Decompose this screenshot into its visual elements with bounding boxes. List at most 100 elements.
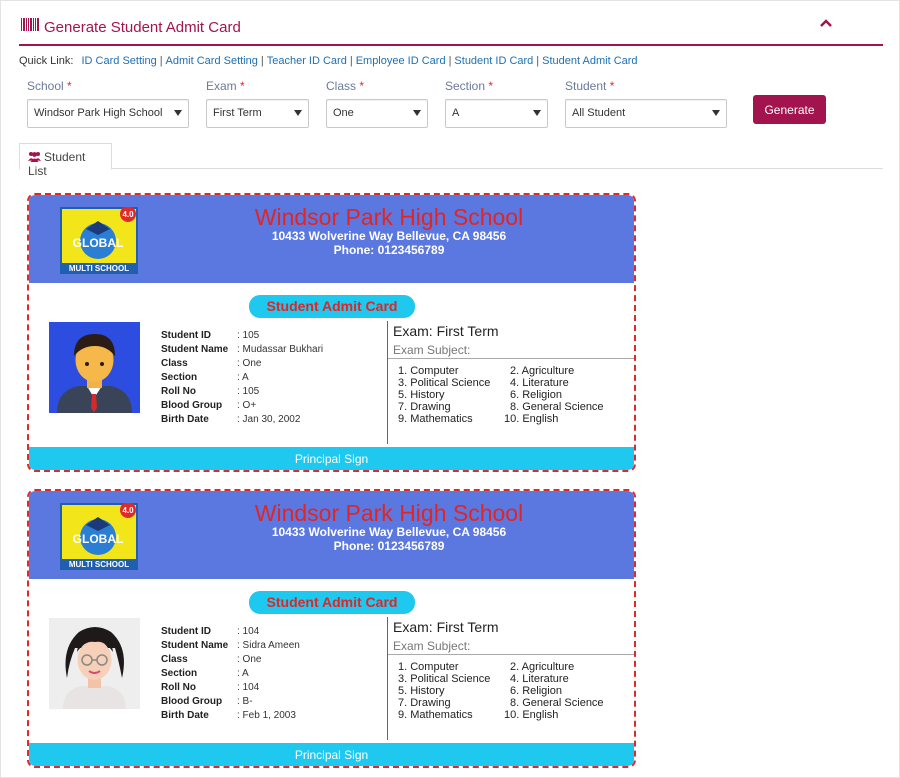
card-title: Student Admit Card	[249, 591, 415, 614]
subject-item: 9. Mathematics	[398, 709, 473, 721]
subject-item: 3. Political Science	[398, 673, 491, 685]
school-phone: Phone: 0123456789	[333, 539, 445, 553]
subject-item: 2. Agriculture	[510, 365, 575, 377]
svg-text:4.0: 4.0	[122, 506, 134, 515]
svg-text:4.0: 4.0	[122, 210, 134, 219]
admit-card: GLOBAL MULTI SCHOOL 4.0 Windsor Park Hig…	[27, 193, 636, 472]
chevron-up-icon[interactable]	[819, 16, 833, 30]
school-address: 10433 Wolverine Way Bellevue, CA 98456	[271, 525, 507, 539]
exam-section: Exam: First Term Exam Subject: 1. Comput…	[387, 321, 634, 444]
exam-select[interactable]: First Term	[206, 99, 309, 128]
class-filter: Class * One	[326, 79, 428, 128]
student-id-value: : 104	[237, 626, 260, 637]
subject-item: 10. English	[504, 709, 559, 721]
subject-item: 4. Literature	[510, 673, 569, 685]
card-title: Student Admit Card	[249, 295, 415, 318]
school-logo: GLOBAL MULTI SCHOOL 4.0	[60, 503, 138, 570]
section-value: : A	[237, 372, 249, 383]
principal-sign: Principal Sign	[29, 447, 634, 470]
section-select[interactable]: A	[445, 99, 548, 128]
birth-date-value: : Feb 1, 2003	[237, 710, 296, 721]
admit-card: GLOBAL MULTI SCHOOL 4.0 Windsor Park Hig…	[27, 489, 636, 768]
svg-text:MULTI SCHOOL: MULTI SCHOOL	[69, 560, 129, 569]
class-value: : One	[237, 654, 262, 665]
subject-item: 5. History	[398, 685, 445, 697]
class-value: : One	[237, 358, 262, 369]
student-name-value: : Mudassar Bukhari	[237, 344, 324, 355]
caret-down-icon	[294, 110, 302, 116]
exam-label: Exam *	[206, 79, 245, 93]
svg-text:GLOBAL: GLOBAL	[73, 532, 124, 546]
student-info: Student ID: 104 Student Name: Sidra Amee…	[161, 626, 300, 721]
exam-title: Exam: First Term	[393, 619, 499, 635]
subject-item: 7. Drawing	[398, 697, 451, 709]
blood-group-value: : O+	[237, 400, 257, 411]
subject-item: 2. Agriculture	[510, 661, 575, 673]
barcode-icon	[21, 18, 39, 31]
subject-item: 5. History	[398, 389, 445, 401]
quick-link-student-admit-card[interactable]: Student Admit Card	[542, 55, 637, 67]
subject-item: 1. Computer	[398, 365, 459, 377]
student-select[interactable]: All Student	[565, 99, 727, 128]
exam-section: Exam: First Term Exam Subject: 1. Comput…	[387, 617, 634, 740]
school-address: 10433 Wolverine Way Bellevue, CA 98456	[271, 229, 507, 243]
svg-text:MULTI SCHOOL: MULTI SCHOOL	[69, 264, 129, 273]
school-select[interactable]: Windsor Park High School	[27, 99, 189, 128]
tab-bar: Student List	[19, 143, 883, 178]
subject-item: 8. General Science	[510, 697, 604, 709]
panel-header: Generate Student Admit Card	[19, 13, 883, 46]
subject-item: 8. General Science	[510, 401, 604, 413]
svg-text:GLOBAL: GLOBAL	[73, 236, 124, 250]
student-label: Student *	[565, 79, 615, 93]
roll-no-value: : 104	[237, 682, 260, 693]
subject-item: 10. English	[504, 413, 559, 425]
birth-date-value: : Jan 30, 2002	[237, 414, 301, 425]
section-value: : A	[237, 668, 249, 679]
exam-subject-label: Exam Subject:	[393, 343, 471, 357]
class-label: Class *	[326, 79, 365, 93]
card-header: GLOBAL MULTI SCHOOL 4.0 Windsor Park Hig…	[29, 491, 634, 579]
subject-item: 7. Drawing	[398, 401, 451, 413]
users-icon	[28, 152, 41, 162]
subject-item: 3. Political Science	[398, 377, 491, 389]
school-filter: School * Windsor Park High School	[27, 79, 189, 128]
subject-item: 1. Computer	[398, 661, 459, 673]
subject-item: 4. Literature	[510, 377, 569, 389]
subject-item: 9. Mathematics	[398, 413, 473, 425]
caret-down-icon	[533, 110, 541, 116]
section-filter: Section * A	[445, 79, 548, 128]
quick-link-student-id-card[interactable]: Student ID Card	[454, 55, 533, 67]
quick-link-teacher-id-card[interactable]: Teacher ID Card	[267, 55, 347, 67]
page: Generate Student Admit Card Quick Link: …	[0, 0, 900, 778]
subject-item: 6. Religion	[510, 389, 562, 401]
school-name: Windsor Park High School	[254, 204, 524, 230]
school-phone: Phone: 0123456789	[333, 243, 445, 257]
school-label: School *	[27, 79, 72, 93]
school-logo: GLOBAL MULTI SCHOOL 4.0	[60, 207, 138, 274]
student-photo	[49, 618, 140, 709]
class-select[interactable]: One	[326, 99, 428, 128]
roll-no-value: : 105	[237, 386, 260, 397]
quick-link-admit-card-setting[interactable]: Admit Card Setting	[166, 55, 258, 67]
card-header: GLOBAL MULTI SCHOOL 4.0 Windsor Park Hig…	[29, 195, 634, 283]
tab-student-list[interactable]: Student List	[19, 143, 112, 178]
principal-sign: Principal Sign	[29, 743, 634, 766]
section-label: Section *	[445, 79, 494, 93]
caret-down-icon	[712, 110, 720, 116]
school-name: Windsor Park High School	[254, 500, 524, 526]
quick-link-label: Quick Link:	[19, 55, 74, 67]
blood-group-value: : B-	[237, 696, 253, 707]
quick-links: Quick Link: ID Card Setting | Admit Card S…	[19, 55, 638, 67]
exam-subject-label: Exam Subject:	[393, 639, 471, 653]
generate-button[interactable]: Generate	[753, 95, 826, 124]
caret-down-icon	[413, 110, 421, 116]
student-id-value: : 105	[237, 330, 260, 341]
exam-filter: Exam * First Term	[206, 79, 309, 128]
caret-down-icon	[174, 110, 182, 116]
subject-item: 6. Religion	[510, 685, 562, 697]
student-filter: Student * All Student	[565, 79, 727, 128]
quick-link-employee-id-card[interactable]: Employee ID Card	[356, 55, 446, 67]
page-title: Generate Student Admit Card	[44, 19, 241, 36]
student-info: Student ID: 105 Student Name: Mudassar B…	[161, 330, 324, 425]
quick-link-id-card-setting[interactable]: ID Card Setting	[81, 55, 156, 67]
